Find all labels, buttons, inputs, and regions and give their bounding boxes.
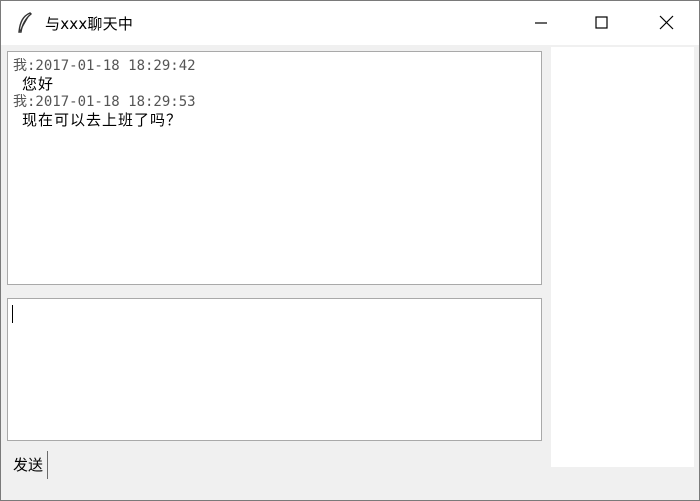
feather-icon bbox=[17, 12, 33, 34]
side-panel bbox=[551, 47, 694, 467]
send-button[interactable]: 发送 bbox=[9, 451, 49, 479]
chat-window: 与xxx聊天中 我:2017-01-18 18:29:42 您好 我:2017-… bbox=[0, 0, 700, 501]
message-history[interactable]: 我:2017-01-18 18:29:42 您好 我:2017-01-18 18… bbox=[7, 51, 542, 285]
message-text: 现在可以去上班了吗？ bbox=[22, 111, 183, 129]
message-text: 您好 bbox=[22, 75, 55, 93]
minimize-button[interactable] bbox=[511, 1, 571, 45]
window-title: 与xxx聊天中 bbox=[45, 15, 134, 33]
message-meta: 我:2017-01-18 18:29:42 bbox=[13, 58, 196, 74]
close-button[interactable] bbox=[637, 1, 697, 45]
maximize-button[interactable] bbox=[571, 1, 631, 45]
message-meta: 我:2017-01-18 18:29:53 bbox=[13, 94, 196, 110]
text-cursor bbox=[12, 305, 13, 323]
message-input[interactable] bbox=[7, 298, 542, 441]
chat-main-pane: 我:2017-01-18 18:29:42 您好 我:2017-01-18 18… bbox=[5, 47, 546, 487]
title-bar[interactable]: 与xxx聊天中 bbox=[1, 1, 699, 45]
